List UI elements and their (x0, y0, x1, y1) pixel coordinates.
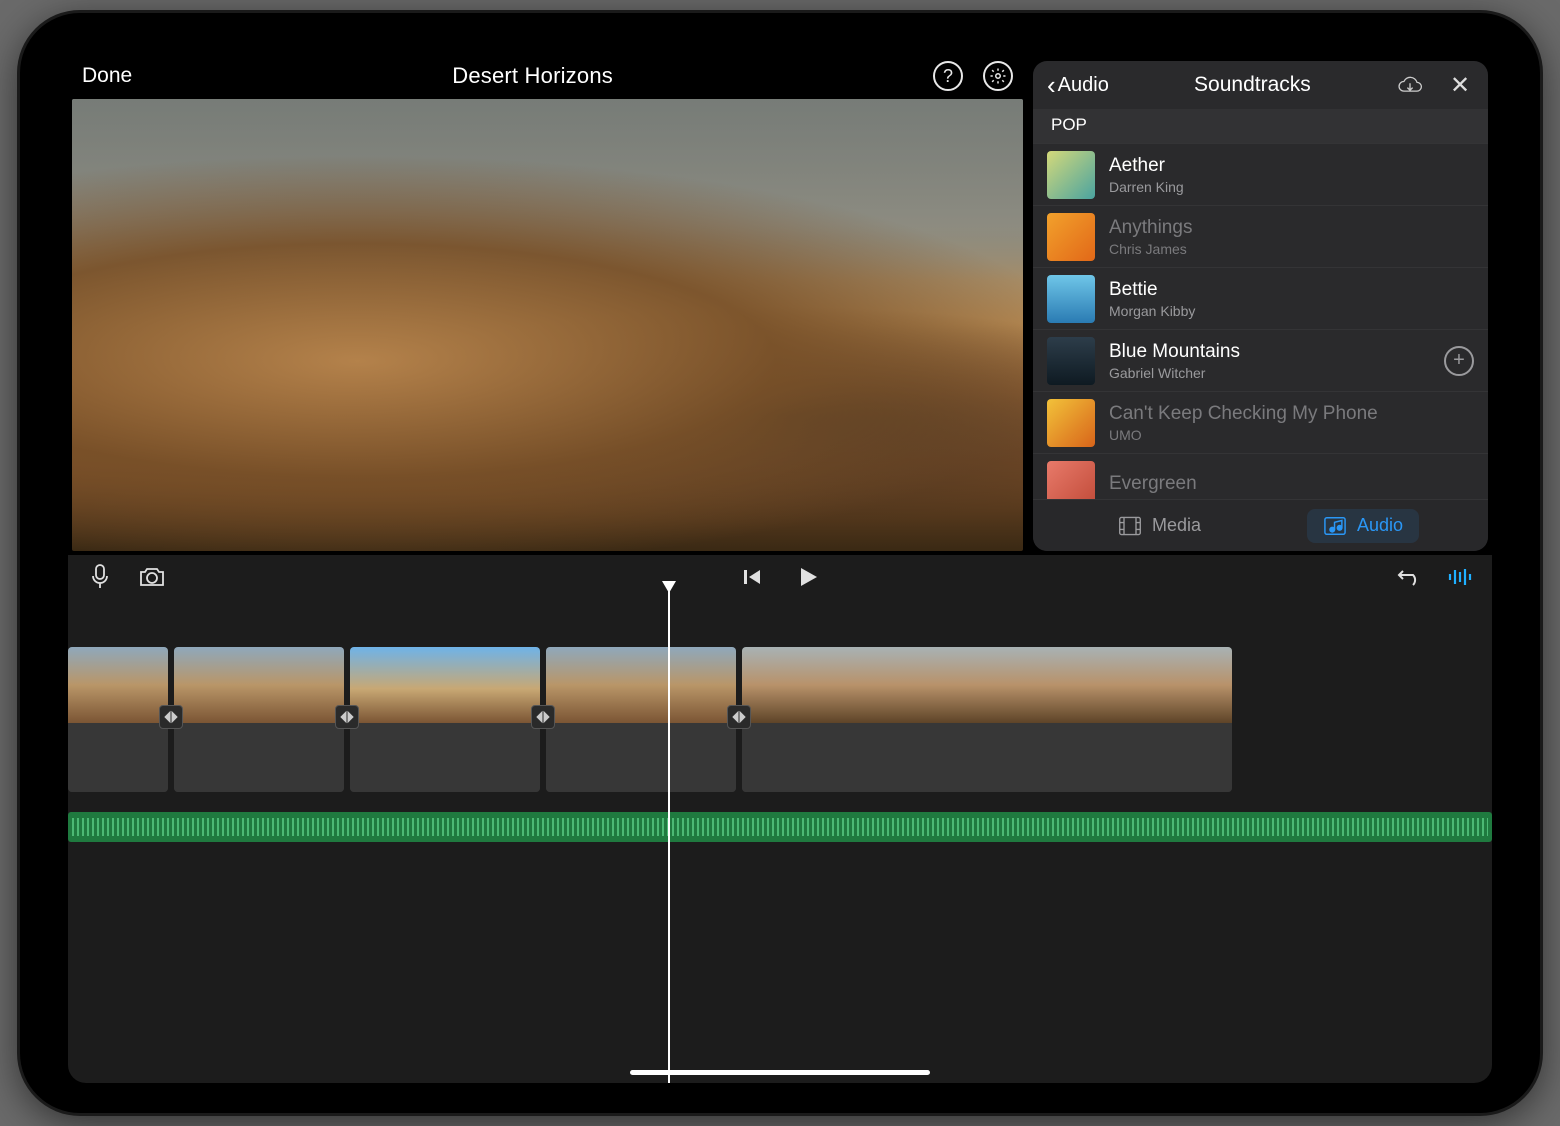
waveform-toggle-icon[interactable] (1446, 565, 1474, 589)
music-note-icon (1323, 515, 1347, 537)
track-list[interactable]: Aether Darren King Anythings Chris James Bet… (1033, 143, 1488, 499)
track-title: Anythings (1109, 217, 1474, 239)
soundtrack-row[interactable]: Evergreen (1033, 453, 1488, 499)
soundtrack-row[interactable]: Blue Mountains Gabriel Witcher + (1033, 329, 1488, 391)
panel-title: Soundtracks (1117, 73, 1388, 97)
timeline-clip[interactable] (174, 647, 344, 792)
transition-icon[interactable] (159, 705, 183, 729)
settings-gear-icon[interactable] (983, 61, 1013, 91)
back-to-audio-button[interactable]: ‹ Audio (1047, 72, 1109, 98)
timeline-area (68, 555, 1492, 1083)
track-artist: UMO (1109, 427, 1474, 443)
soundtrack-row[interactable]: Can't Keep Checking My Phone UMO (1033, 391, 1488, 453)
chevron-left-icon: ‹ (1047, 72, 1056, 98)
album-cover (1047, 151, 1095, 199)
playhead[interactable] (668, 589, 670, 1083)
skip-to-start-icon[interactable] (738, 565, 766, 589)
back-label: Audio (1058, 74, 1109, 97)
soundtrack-row[interactable]: Bettie Morgan Kibby (1033, 267, 1488, 329)
track-artist: Darren King (1109, 179, 1474, 195)
track-title: Can't Keep Checking My Phone (1109, 403, 1474, 425)
project-title: Desert Horizons (146, 63, 919, 89)
timeline-clip[interactable] (546, 647, 736, 792)
undo-icon[interactable] (1396, 565, 1424, 589)
cloud-download-icon[interactable] (1396, 71, 1424, 99)
track-title: Aether (1109, 155, 1474, 177)
camera-icon[interactable] (138, 565, 166, 589)
track-title: Blue Mountains (1109, 341, 1430, 363)
transition-icon[interactable] (727, 705, 751, 729)
viewer-header: Done Desert Horizons ? (68, 55, 1027, 97)
transition-icon[interactable] (531, 705, 555, 729)
media-tab[interactable]: Media (1102, 509, 1217, 543)
track-artist: Morgan Kibby (1109, 303, 1474, 319)
video-clips-row[interactable] (68, 647, 1492, 792)
soundtracks-panel: ‹ Audio Soundtracks ✕ POP Aether Darren K… (1033, 61, 1488, 551)
track-title: Bettie (1109, 279, 1474, 301)
timeline-clip[interactable] (350, 647, 540, 792)
soundtrack-row[interactable]: Anythings Chris James (1033, 205, 1488, 267)
timeline-clip[interactable] (68, 647, 168, 792)
play-icon[interactable] (794, 565, 822, 589)
album-cover (1047, 337, 1095, 385)
soundtrack-row[interactable]: Aether Darren King (1033, 143, 1488, 205)
help-icon[interactable]: ? (933, 61, 963, 91)
close-icon[interactable]: ✕ (1446, 71, 1474, 99)
album-cover (1047, 213, 1095, 261)
track-title: Evergreen (1109, 473, 1474, 495)
audio-tab-label: Audio (1357, 515, 1403, 536)
add-track-icon[interactable]: + (1444, 346, 1474, 376)
album-cover (1047, 399, 1095, 447)
done-button[interactable]: Done (82, 64, 132, 88)
media-tab-label: Media (1152, 515, 1201, 536)
home-indicator[interactable] (630, 1070, 930, 1075)
audio-tab[interactable]: Audio (1307, 509, 1419, 543)
filmstrip-icon (1118, 515, 1142, 537)
album-cover (1047, 275, 1095, 323)
video-viewer-area: Done Desert Horizons ? (68, 55, 1027, 555)
track-artist: Chris James (1109, 241, 1474, 257)
video-preview[interactable] (72, 99, 1023, 551)
audio-track[interactable] (68, 812, 1492, 842)
track-artist: Gabriel Witcher (1109, 365, 1430, 381)
track-category-label: POP (1033, 109, 1488, 143)
timeline-clip[interactable] (742, 647, 1232, 792)
transition-icon[interactable] (335, 705, 359, 729)
album-cover (1047, 461, 1095, 500)
voiceover-mic-icon[interactable] (86, 565, 114, 589)
